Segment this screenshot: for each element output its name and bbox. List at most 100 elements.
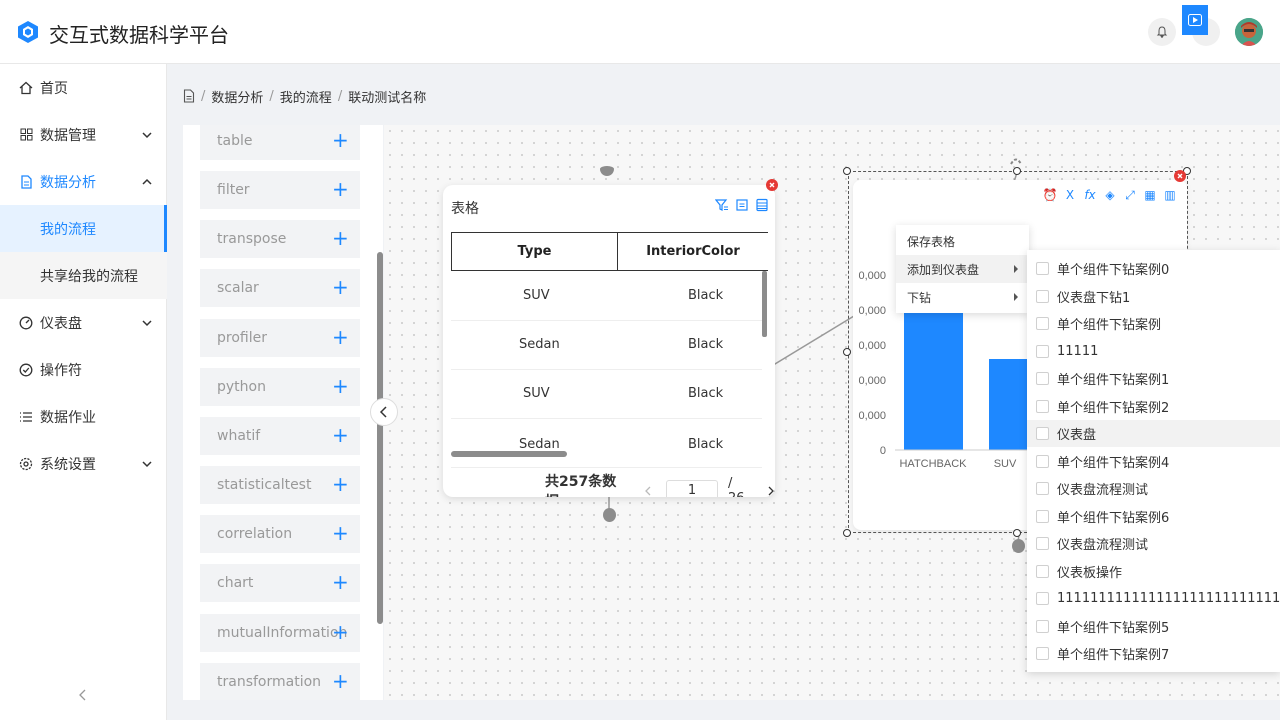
node-toolbar xyxy=(715,198,769,212)
table-row: Sedan Black xyxy=(451,321,762,370)
x-tick-label: HATCHBACK xyxy=(899,458,967,470)
table-vertical-scrollbar[interactable] xyxy=(762,271,767,337)
menu-item-label: 添加到仪表盘 xyxy=(907,262,980,277)
menu-item-label: 保存表格 xyxy=(907,234,956,249)
checkbox[interactable] xyxy=(1036,619,1049,633)
dashboard-option-label: 单个组件下钻案例 xyxy=(1057,318,1162,333)
column-header[interactable]: Type xyxy=(451,232,618,271)
submenu-arrow-icon xyxy=(1014,293,1018,301)
menu-item-drilldown[interactable]: 下钻 xyxy=(896,283,1029,311)
node-title: 表格 xyxy=(451,201,479,217)
table-cell: Black xyxy=(688,437,724,452)
dashboard-option-label: 单个组件下钻案例5 xyxy=(1057,620,1170,636)
dashboard-option[interactable]: 单个组件下钻案例0 xyxy=(1027,255,1280,282)
dashboard-submenu: 单个组件下钻案例0 仪表盘下钻1 单个组件下钻案例 11111 单个组件下钻案例1 单个组… xyxy=(1027,250,1280,672)
table-node[interactable]: 表格 Type InteriorColor SUV Black Sedan Bl… xyxy=(443,185,775,497)
table-cell: Black xyxy=(688,288,724,303)
resize-handle[interactable] xyxy=(843,529,851,537)
chevron-left-icon[interactable] xyxy=(644,486,652,496)
dashboard-option[interactable]: 单个组件下钻案例 xyxy=(1027,310,1280,337)
dashboard-option-label: 仪表盘流程测试 xyxy=(1057,483,1149,498)
y-tick-label: 0,000 xyxy=(858,375,886,387)
dashboard-option-label: 11111 xyxy=(1057,343,1099,359)
dashboard-option-label: 仪表盘下钻1 xyxy=(1057,290,1131,306)
table-cell: Black xyxy=(688,386,724,401)
database-icon[interactable] xyxy=(755,198,769,212)
resize-handle[interactable] xyxy=(1013,529,1021,537)
table-cell: SUV xyxy=(523,288,550,303)
dashboard-option-label: 单个组件下钻案例6 xyxy=(1057,510,1170,526)
chevron-right-icon[interactable] xyxy=(767,486,775,496)
dashboard-option-label: 单个组件下钻案例4 xyxy=(1057,455,1170,471)
checkbox[interactable] xyxy=(1036,647,1049,660)
filter-icon[interactable] xyxy=(715,198,729,212)
dashboard-option-label: 仪表盘 xyxy=(1057,428,1097,443)
dashboard-option[interactable]: 仪表板操作 xyxy=(1027,558,1280,585)
checkbox[interactable] xyxy=(1036,399,1049,413)
close-icon xyxy=(1177,173,1183,179)
checkbox[interactable] xyxy=(1036,509,1049,523)
checkbox[interactable] xyxy=(1036,427,1049,440)
alarm-icon[interactable]: ⏰ xyxy=(1043,188,1058,202)
table-row: SUV Black xyxy=(451,272,762,321)
dashboard-option[interactable]: 仪表盘流程测试 xyxy=(1027,475,1280,502)
dashboard-option[interactable]: 单个组件下钻案例1 xyxy=(1027,365,1280,392)
column-header[interactable]: InteriorColor xyxy=(617,232,768,271)
dashboard-option[interactable]: 仪表盘下钻1 xyxy=(1027,283,1280,310)
checkbox[interactable] xyxy=(1036,317,1049,330)
dashboard-option[interactable]: 单个组件下钻案例5 xyxy=(1027,613,1280,640)
context-menu: 保存表格 添加到仪表盘 下钻 xyxy=(896,225,1029,313)
dashboard-option[interactable]: 单个组件下钻案例7 xyxy=(1027,640,1280,667)
y-tick-label: 0,000 xyxy=(858,410,886,422)
rotate-icon[interactable] xyxy=(1008,155,1024,165)
dashboard-option[interactable]: 11111 xyxy=(1027,338,1280,365)
grid-icon[interactable]: ▥ xyxy=(1163,188,1177,202)
checkbox[interactable] xyxy=(1036,564,1049,578)
paint-icon[interactable]: ◈ xyxy=(1103,188,1117,202)
bar[interactable] xyxy=(904,300,963,450)
page-input[interactable]: 1 xyxy=(666,480,718,497)
table-cell: Black xyxy=(688,337,724,352)
table-horizontal-scrollbar[interactable] xyxy=(451,451,567,457)
y-tick-label: 0,000 xyxy=(858,340,886,352)
dashboard-option[interactable]: 1111111111111111111111111111111111111 xyxy=(1027,585,1280,612)
expand-icon[interactable]: ⤢ xyxy=(1123,188,1137,202)
dashboard-option[interactable]: 单个组件下钻案例4 xyxy=(1027,448,1280,475)
menu-item-save-table[interactable]: 保存表格 xyxy=(896,227,1029,255)
dashboard-option[interactable]: 仪表盘流程测试 xyxy=(1027,530,1280,557)
resize-handle[interactable] xyxy=(1013,167,1021,175)
table-cell: Sedan xyxy=(519,337,560,352)
total-count: 共257条数据 xyxy=(545,474,617,497)
menu-item-label: 下钻 xyxy=(907,290,932,305)
close-icon[interactable]: X xyxy=(1063,188,1077,202)
checkbox[interactable] xyxy=(1036,454,1049,468)
chart-toolbar: ⏰ X fx ◈ ⤢ ▦ ▥ xyxy=(1043,188,1177,203)
checkbox[interactable] xyxy=(1036,372,1049,385)
resize-handle[interactable] xyxy=(843,348,851,356)
y-tick-label: 0 xyxy=(880,445,886,457)
columns-icon[interactable] xyxy=(735,198,749,212)
dashboard-option[interactable]: 仪表盘 xyxy=(1027,420,1280,447)
checkbox[interactable] xyxy=(1036,592,1049,605)
resize-handle[interactable] xyxy=(843,167,851,175)
dashboard-option[interactable]: 单个组件下钻案例2 xyxy=(1027,393,1280,420)
dashboard-option-label: 单个组件下钻案例7 xyxy=(1057,648,1170,663)
formula-icon[interactable]: fx xyxy=(1083,188,1097,202)
page-count: / 26 xyxy=(728,476,745,497)
table-icon[interactable]: ▦ xyxy=(1143,188,1157,202)
menu-item-add-to-dashboard[interactable]: 添加到仪表盘 xyxy=(896,255,1029,283)
delete-node-button[interactable] xyxy=(766,179,778,191)
delete-node-button[interactable] xyxy=(1174,170,1186,182)
close-icon xyxy=(769,182,775,188)
output-port[interactable] xyxy=(1012,539,1025,553)
checkbox[interactable] xyxy=(1036,289,1049,303)
checkbox[interactable] xyxy=(1036,482,1049,495)
dashboard-option-label: 仪表盘流程测试 xyxy=(1057,538,1149,553)
checkbox[interactable] xyxy=(1036,344,1049,358)
checkbox[interactable] xyxy=(1036,537,1049,550)
table-cell: SUV xyxy=(523,386,550,401)
dashboard-option[interactable]: 单个组件下钻案例6 xyxy=(1027,503,1280,530)
output-port[interactable] xyxy=(603,508,616,522)
checkbox[interactable] xyxy=(1036,262,1049,275)
dashboard-option-label: 仪表板操作 xyxy=(1057,565,1123,581)
